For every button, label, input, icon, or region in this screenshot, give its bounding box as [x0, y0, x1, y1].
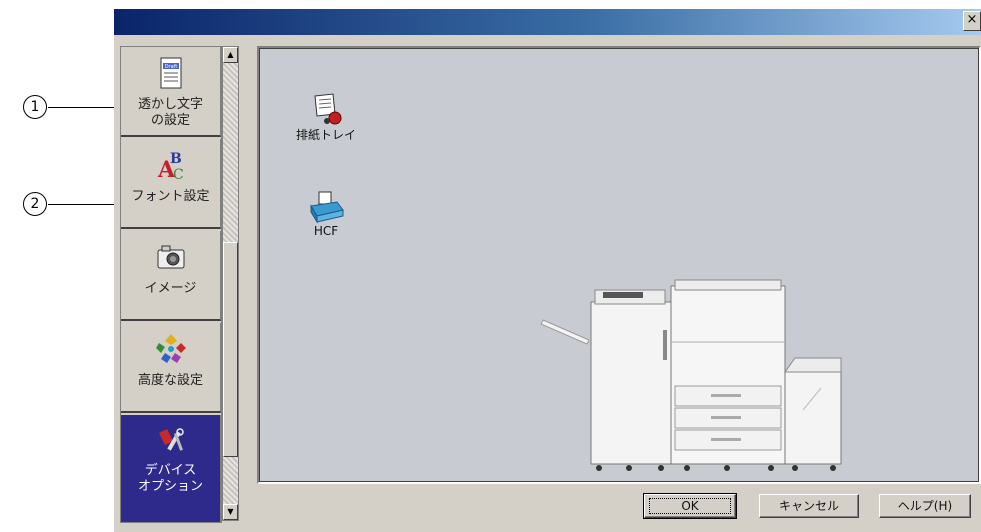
- sidebar-item-watermark[interactable]: Draft 透かし文字 の設定: [121, 47, 221, 137]
- draft-document-icon: Draft: [160, 57, 182, 89]
- printer-illustration: [540, 279, 842, 471]
- scroll-down-button[interactable]: ▼: [223, 504, 238, 520]
- sidebar-item-font[interactable]: A B C フォント設定: [121, 139, 221, 229]
- option-label: 排紙トレイ: [295, 128, 356, 142]
- svg-text:C: C: [173, 167, 184, 183]
- title-bar[interactable]: ×: [114, 9, 981, 35]
- colored-shapes-icon: [156, 334, 186, 363]
- option-output-tray[interactable]: 排紙トレイ: [291, 92, 361, 143]
- callout-1: 1: [23, 95, 47, 119]
- svg-text:B: B: [170, 151, 182, 167]
- device-options-panel: 排紙トレイ HCF: [257, 46, 981, 484]
- hcf-tray-icon: [310, 191, 344, 224]
- help-button[interactable]: ヘルプ(H): [879, 494, 971, 518]
- close-button[interactable]: ×: [963, 11, 981, 31]
- callout-2: 2: [23, 192, 47, 216]
- option-hcf[interactable]: HCF: [291, 190, 361, 238]
- cancel-button[interactable]: キャンセル: [759, 494, 859, 518]
- sidebar-scrollbar[interactable]: ▲ ▼: [222, 46, 239, 521]
- scroll-up-button[interactable]: ▲: [223, 47, 238, 63]
- sidebar: Draft 透かし文字 の設定 A B C フォント設定 イメージ 高度な設定 …: [120, 46, 222, 523]
- font-abc-icon: A B C: [157, 151, 184, 183]
- printer-properties-window: × Draft 透かし文字 の設定 A B C フォント設定 イメージ 高度な設…: [114, 9, 981, 532]
- sidebar-item-advanced[interactable]: 高度な設定: [121, 323, 221, 413]
- output-tray-icon: [314, 93, 342, 125]
- sidebar-item-image[interactable]: イメージ: [121, 231, 221, 321]
- sidebar-item-device-options[interactable]: デバイス オプション: [121, 415, 221, 522]
- sidebar-item-label: 透かし文字 の設定: [137, 97, 203, 128]
- camera-icon: [157, 245, 185, 269]
- sidebar-item-label: イメージ: [144, 281, 197, 296]
- option-label: HCF: [313, 224, 339, 238]
- tools-icon: [159, 428, 184, 451]
- sidebar-item-label: 高度な設定: [137, 373, 203, 388]
- sidebar-item-label: デバイス オプション: [137, 463, 203, 494]
- ok-button[interactable]: OK: [643, 493, 737, 519]
- ok-button-label: OK: [681, 499, 699, 513]
- scroll-thumb[interactable]: [223, 242, 238, 457]
- sidebar-item-label: フォント設定: [131, 189, 210, 204]
- svg-text:Draft: Draft: [165, 64, 178, 70]
